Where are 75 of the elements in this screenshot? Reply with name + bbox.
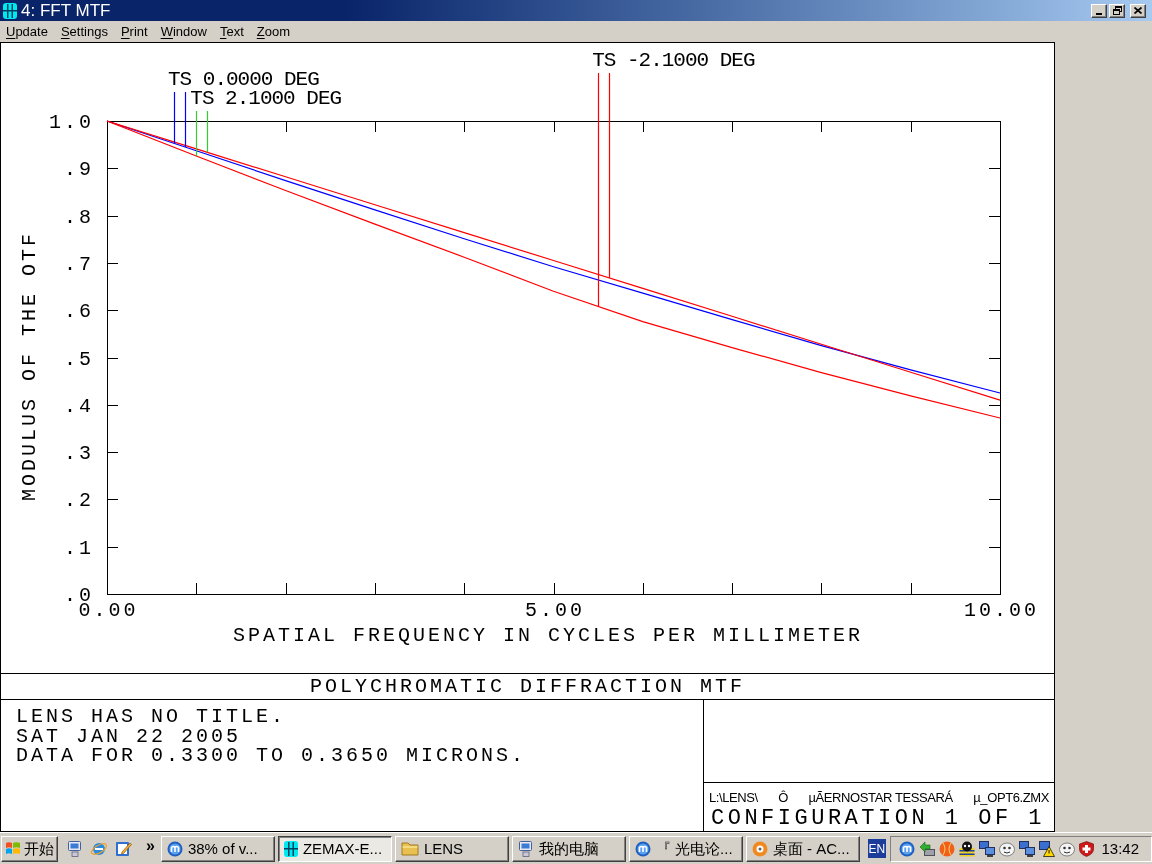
computer-icon	[67, 840, 83, 857]
axis-tick-label: 1.0	[49, 111, 94, 134]
tray-button[interactable]	[898, 840, 915, 857]
info-line: LENS HAS NO TITLE.	[16, 707, 287, 727]
taskbar-button[interactable]: ZEMAX-E...	[277, 835, 392, 862]
axis-tick-label: .2	[64, 489, 94, 513]
face-icon	[1058, 840, 1075, 857]
axis-tick-label: .7	[64, 252, 94, 276]
computer-icon	[517, 840, 534, 857]
round-logo-icon	[634, 840, 651, 857]
menu-item[interactable]: Window	[160, 25, 207, 38]
axis-tick-label: .5	[64, 347, 94, 371]
info-line: DATA FOR 0.3300 TO 0.3650 MICRONS.	[16, 746, 527, 766]
menu-item[interactable]: Print	[120, 25, 148, 38]
file-info-text: µ_OPT6.ZMX	[973, 790, 1049, 804]
round-logo-icon	[166, 840, 183, 857]
legend-label: TS -2.1000 DEG	[592, 49, 755, 72]
axis-tick-label: 10.00	[964, 599, 1039, 622]
language-indicator[interactable]: EN	[867, 839, 886, 858]
clock: 13:42	[1101, 841, 1139, 856]
quick-launch-button[interactable]	[115, 840, 132, 857]
taskbar-button[interactable]: 我的电脑	[511, 835, 626, 862]
info-line: SAT JAN 22 2005	[16, 726, 242, 746]
axis-tick-label: .3	[64, 442, 94, 466]
flag-icon	[5, 841, 21, 856]
quick-launch-button[interactable]	[67, 840, 83, 857]
taskbar-button[interactable]: 38% of v...	[160, 835, 275, 862]
x-axis-title: SPATIAL FREQUENCY IN CYCLES PER MILLIMETER	[232, 624, 864, 647]
axis-tick-label: .6	[64, 300, 94, 324]
folder-icon	[400, 841, 419, 856]
menu-item[interactable]: Settings	[60, 25, 108, 38]
close-icon	[1134, 7, 1142, 14]
start-button[interactable]: 开始	[1, 835, 58, 862]
tray-button[interactable]	[958, 840, 975, 857]
axis-tick-label: .8	[64, 205, 94, 229]
file-info-text: Ô	[778, 790, 788, 804]
restore-button[interactable]	[1109, 3, 1125, 18]
axis-tick-label: .1	[64, 536, 94, 560]
taskbar-button[interactable]: 桌面 - AC...	[745, 835, 860, 862]
axis-tick-label: .9	[64, 158, 94, 182]
tray-button[interactable]	[1078, 840, 1094, 857]
tray-button[interactable]	[1018, 840, 1035, 857]
menu-item[interactable]: Zoom	[256, 25, 290, 38]
network-icon	[1018, 840, 1035, 857]
axis-tick-label: 5.00	[525, 599, 585, 622]
tray-button[interactable]	[1038, 840, 1055, 857]
minimize-button[interactable]	[1091, 3, 1107, 18]
y-axis-title: MODULUS OF THE OTF	[18, 231, 41, 501]
app-logo-icon	[3, 2, 17, 19]
network-icon	[978, 840, 995, 857]
edit-icon	[115, 840, 132, 857]
axis-tick-label: .4	[64, 394, 94, 418]
app-logo-icon	[283, 840, 298, 857]
shield-icon	[1078, 840, 1094, 857]
chart-title: POLYCHROMATIC DIFFRACTION MTF	[309, 676, 746, 697]
arrow-icon	[918, 840, 935, 857]
menu-item[interactable]: Text	[219, 25, 244, 38]
taskbar-button[interactable]: 『 光电论...	[628, 835, 743, 862]
window-title: 4: FFT MTF	[21, 2, 111, 19]
minimize-icon	[1096, 12, 1102, 15]
restore-icon	[1112, 6, 1122, 15]
configuration-label: CONFIGURATION 1 OF 1	[711, 808, 1046, 830]
round-logo-icon	[898, 840, 915, 857]
disc-icon	[751, 840, 768, 857]
warning-icon	[1038, 840, 1055, 857]
close-button[interactable]	[1130, 3, 1146, 18]
penguin-icon	[958, 840, 975, 857]
file-info-text: L:\LENS\	[709, 790, 758, 804]
tray-button[interactable]	[978, 840, 995, 857]
more-button[interactable]: »	[146, 837, 155, 854]
taskbar-button[interactable]: LENS	[394, 835, 509, 862]
face-icon	[998, 840, 1015, 857]
ball-icon	[938, 840, 955, 857]
menu-item[interactable]: Update	[6, 25, 48, 38]
file-info-text: µÃERNOSTAR TESSARÁ	[808, 790, 953, 804]
